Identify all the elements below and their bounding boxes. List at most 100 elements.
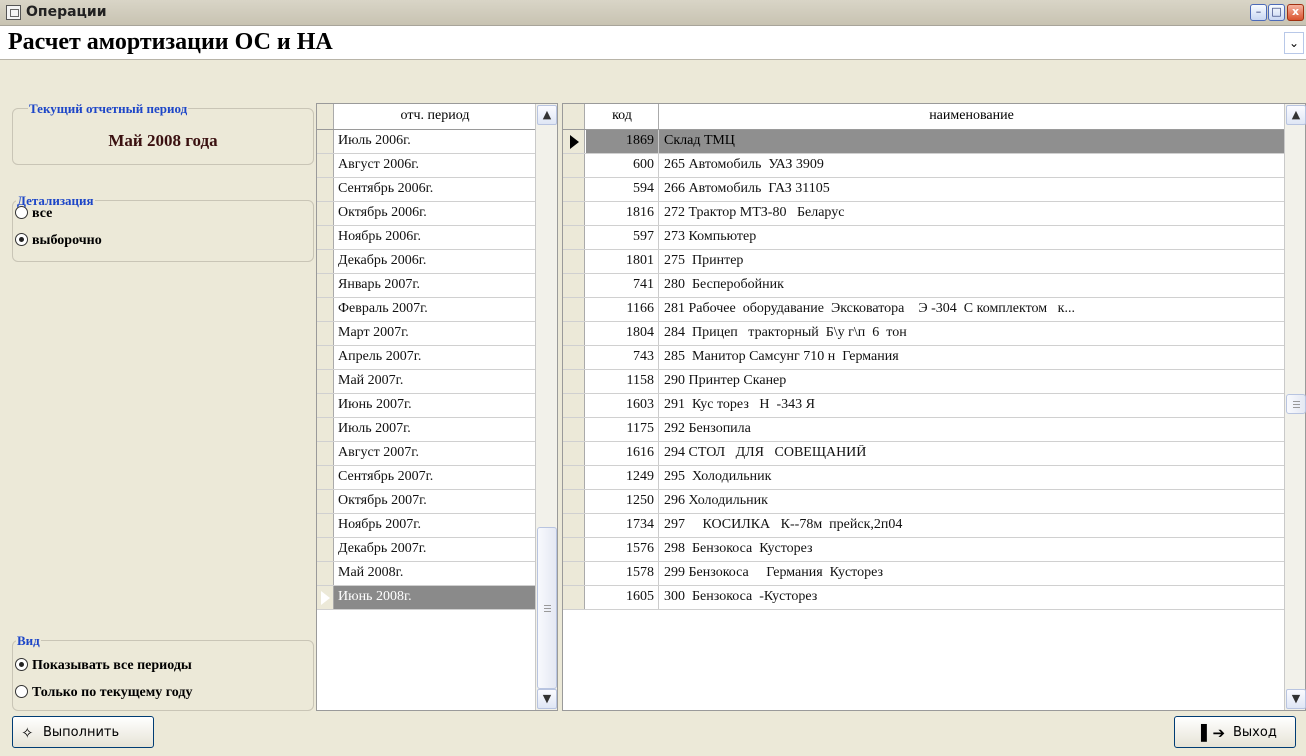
row-selector[interactable] bbox=[563, 274, 585, 297]
asset-row[interactable]: 594 266 Автомобиль ГАЗ 31105 bbox=[563, 178, 1284, 202]
period-row[interactable]: Июнь 2008г. bbox=[317, 586, 535, 610]
asset-row[interactable]: 1158 290 Принтер Сканер bbox=[563, 370, 1284, 394]
scroll-thumb[interactable] bbox=[537, 527, 557, 689]
row-selector[interactable] bbox=[317, 274, 334, 297]
period-scrollbar[interactable]: ▲ ▼ bbox=[535, 104, 557, 710]
asset-row[interactable]: 743 285 Манитор Самсунг 710 н Германия bbox=[563, 346, 1284, 370]
row-selector[interactable] bbox=[317, 442, 334, 465]
period-row[interactable]: Март 2007г. bbox=[317, 322, 535, 346]
asset-row[interactable]: 1801 275 Принтер bbox=[563, 250, 1284, 274]
row-selector[interactable] bbox=[317, 394, 334, 417]
scroll-up-icon[interactable]: ▲ bbox=[1286, 105, 1306, 125]
asset-row[interactable]: 741 280 Бесперобойник bbox=[563, 274, 1284, 298]
asset-row[interactable]: 1616 294 СТОЛ ДЛЯ СОВЕЩАНИЙ bbox=[563, 442, 1284, 466]
period-row[interactable]: Сентябрь 2007г. bbox=[317, 466, 535, 490]
asset-scrollbar[interactable]: ▲ ▼ bbox=[1284, 104, 1306, 710]
row-selector[interactable] bbox=[563, 178, 585, 201]
row-selector[interactable] bbox=[563, 514, 585, 537]
asset-row[interactable]: 1869 Склад ТМЦ bbox=[563, 130, 1284, 154]
row-selector[interactable] bbox=[563, 154, 585, 177]
row-selector[interactable] bbox=[317, 538, 334, 561]
view-radio-current-year[interactable]: Только по текущему году bbox=[15, 685, 192, 701]
asset-row[interactable]: 1578 299 Бензокоса Германия Кусторез bbox=[563, 562, 1284, 586]
asset-row[interactable]: 1734 297 КОСИЛКА К--78м прейск,2п04 bbox=[563, 514, 1284, 538]
asset-row[interactable]: 1250 296 Холодильник bbox=[563, 490, 1284, 514]
maximize-button[interactable]: □ bbox=[1268, 4, 1285, 21]
row-selector[interactable] bbox=[317, 322, 334, 345]
asset-row[interactable]: 1816 272 Трактор МТЗ-80 Беларус bbox=[563, 202, 1284, 226]
period-row[interactable]: Июль 2006г. bbox=[317, 130, 535, 154]
row-selector[interactable] bbox=[563, 298, 585, 321]
row-selector[interactable] bbox=[317, 418, 334, 441]
period-row[interactable]: Декабрь 2007г. bbox=[317, 538, 535, 562]
asset-row[interactable]: 1605 300 Бензокоса -Кусторез bbox=[563, 586, 1284, 610]
scroll-down-icon[interactable]: ▼ bbox=[537, 689, 557, 709]
asset-row[interactable]: 1804 284 Прицеп тракторный Б\у г\п 6 тон bbox=[563, 322, 1284, 346]
row-selector[interactable] bbox=[317, 298, 334, 321]
period-row[interactable]: Октябрь 2007г. bbox=[317, 490, 535, 514]
asset-grid[interactable]: код наименование 1869 Склад ТМЦ 600 265 Авт… bbox=[562, 103, 1306, 711]
row-selector[interactable] bbox=[317, 202, 334, 225]
scroll-up-icon[interactable]: ▲ bbox=[537, 105, 557, 125]
close-button[interactable]: x bbox=[1287, 4, 1304, 21]
row-selector[interactable] bbox=[317, 154, 334, 177]
row-selector[interactable] bbox=[317, 346, 334, 369]
detail-radio-selective[interactable]: выборочно bbox=[15, 233, 102, 249]
period-row[interactable]: Январь 2007г. bbox=[317, 274, 535, 298]
asset-row[interactable]: 1249 295 Холодильник bbox=[563, 466, 1284, 490]
period-row[interactable]: Май 2008г. bbox=[317, 562, 535, 586]
row-selector[interactable] bbox=[317, 226, 334, 249]
row-selector[interactable] bbox=[563, 442, 585, 465]
period-row[interactable]: Декабрь 2006г. bbox=[317, 250, 535, 274]
period-row[interactable]: Июль 2007г. bbox=[317, 418, 535, 442]
row-selector[interactable] bbox=[317, 130, 334, 153]
row-selector[interactable] bbox=[563, 394, 585, 417]
chevron-down-icon[interactable]: ⌄ bbox=[1284, 32, 1304, 54]
row-selector[interactable] bbox=[317, 178, 334, 201]
name-column-header[interactable]: наименование bbox=[659, 108, 1284, 124]
row-selector[interactable] bbox=[563, 226, 585, 249]
minimize-button[interactable]: – bbox=[1250, 4, 1267, 21]
asset-row[interactable]: 1603 291 Кус торез Н -343 Я bbox=[563, 394, 1284, 418]
period-row[interactable]: Сентябрь 2006г. bbox=[317, 178, 535, 202]
period-row[interactable]: Июнь 2007г. bbox=[317, 394, 535, 418]
period-row[interactable]: Август 2006г. bbox=[317, 154, 535, 178]
period-row[interactable]: Февраль 2007г. bbox=[317, 298, 535, 322]
run-button[interactable]: ✧ Выполнить bbox=[12, 716, 154, 748]
operation-selector[interactable]: Расчет амортизации ОС и НА ⌄ bbox=[0, 26, 1306, 60]
row-selector[interactable] bbox=[563, 346, 585, 369]
row-selector[interactable] bbox=[563, 562, 585, 585]
period-row[interactable]: Ноябрь 2007г. bbox=[317, 514, 535, 538]
scroll-thumb[interactable] bbox=[1286, 394, 1306, 414]
asset-row[interactable]: 1166 281 Рабочее оборудавание Эксковатора… bbox=[563, 298, 1284, 322]
scroll-down-icon[interactable]: ▼ bbox=[1286, 689, 1306, 709]
row-selector[interactable] bbox=[563, 322, 585, 345]
period-row[interactable]: Апрель 2007г. bbox=[317, 346, 535, 370]
row-selector[interactable] bbox=[563, 490, 585, 513]
row-selector[interactable] bbox=[563, 538, 585, 561]
code-column-header[interactable]: код bbox=[586, 108, 658, 124]
row-selector[interactable] bbox=[317, 514, 334, 537]
row-selector[interactable] bbox=[563, 250, 585, 273]
row-selector[interactable] bbox=[317, 562, 334, 585]
asset-row[interactable]: 1576 298 Бензокоса Кусторез bbox=[563, 538, 1284, 562]
asset-row[interactable]: 597 273 Компьютер bbox=[563, 226, 1284, 250]
view-radio-all-periods[interactable]: Показывать все периоды bbox=[15, 658, 192, 674]
row-selector[interactable] bbox=[563, 466, 585, 489]
period-grid[interactable]: отч. период Июль 2006г. Август 2006г. Сент… bbox=[316, 103, 558, 711]
period-row[interactable]: Август 2007г. bbox=[317, 442, 535, 466]
period-row[interactable]: Ноябрь 2006г. bbox=[317, 226, 535, 250]
row-selector[interactable] bbox=[317, 466, 334, 489]
exit-button[interactable]: ▌➔ Выход bbox=[1174, 716, 1296, 748]
period-column-header[interactable]: отч. период bbox=[335, 108, 535, 124]
row-selector[interactable] bbox=[563, 586, 585, 609]
row-selector[interactable] bbox=[317, 250, 334, 273]
detail-radio-all[interactable]: все bbox=[15, 206, 52, 222]
asset-row[interactable]: 1175 292 Бензопила bbox=[563, 418, 1284, 442]
period-row[interactable]: Май 2007г. bbox=[317, 370, 535, 394]
asset-row[interactable]: 600 265 Автомобиль УАЗ 3909 bbox=[563, 154, 1284, 178]
row-selector[interactable] bbox=[563, 418, 585, 441]
row-selector[interactable] bbox=[317, 370, 334, 393]
row-selector[interactable] bbox=[563, 202, 585, 225]
period-row[interactable]: Октябрь 2006г. bbox=[317, 202, 535, 226]
